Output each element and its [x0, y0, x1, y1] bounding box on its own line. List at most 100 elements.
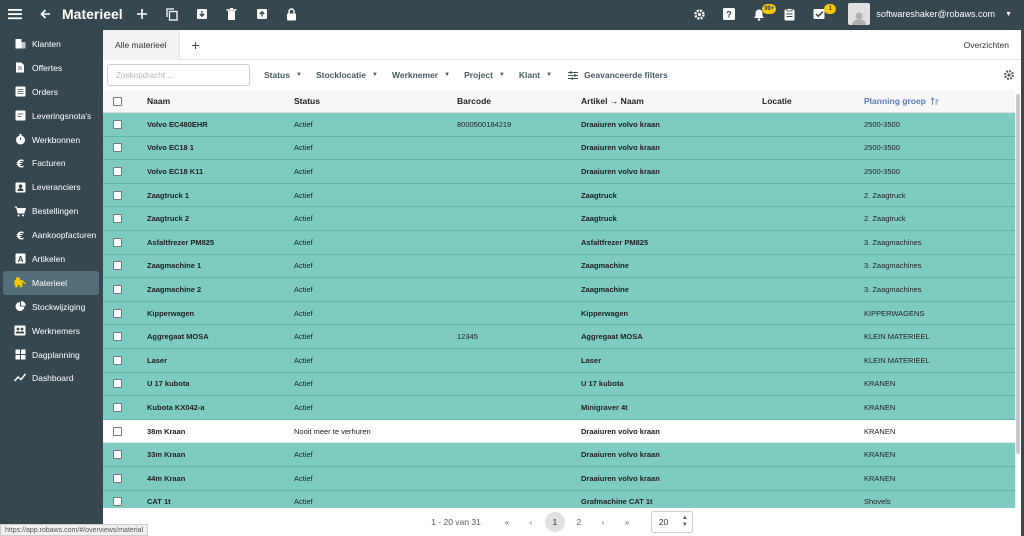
tab-alle-materieel[interactable]: Alle materieel: [103, 29, 180, 60]
cell-status: Actief: [294, 143, 313, 153]
sidebar-item-materieel[interactable]: Materieel: [3, 270, 99, 295]
sidebar-item-leveranciers[interactable]: Leveranciers: [3, 175, 99, 199]
select-all-checkbox[interactable]: [113, 96, 122, 106]
row-checkbox[interactable]: [113, 426, 122, 436]
notifications-bell-icon[interactable]: 99+: [748, 3, 777, 25]
row-checkbox[interactable]: [113, 214, 122, 224]
search-input[interactable]: [107, 64, 250, 86]
row-checkbox[interactable]: [113, 261, 122, 271]
copy-icon[interactable]: [161, 3, 183, 25]
user-menu-chevron-down-icon[interactable]: ▼: [1005, 11, 1012, 18]
sidebar-item-facturen[interactable]: € Facturen: [3, 151, 99, 175]
add-tab-icon[interactable]: +: [192, 37, 200, 53]
sidebar-item-bestellingen[interactable]: Bestellingen: [3, 199, 99, 223]
user-email[interactable]: softwareshaker@robaws.com: [876, 9, 995, 19]
row-checkbox[interactable]: [113, 355, 122, 365]
tab-bar: Alle materieel + Overzichten: [103, 29, 1021, 60]
menu-icon[interactable]: [4, 3, 26, 25]
column-header-locatie[interactable]: Locatie: [762, 96, 864, 106]
back-arrow-icon[interactable]: [34, 3, 56, 25]
row-checkbox[interactable]: [113, 284, 122, 294]
klant-filter[interactable]: Klant ▼: [519, 70, 552, 80]
page-size-stepper[interactable]: 20 ▲ ▼: [650, 511, 693, 533]
previous-page-icon[interactable]: ‹: [521, 512, 541, 532]
help-icon[interactable]: ?: [718, 3, 740, 25]
table-row[interactable]: Zaagtruck 1 Actief Zaagtruck 2. Zaagtruck: [103, 183, 1015, 208]
avatar[interactable]: [848, 3, 871, 25]
advanced-filters-button[interactable]: Geavanceerde filters: [568, 70, 668, 80]
table-row[interactable]: Kubota KX042-a Actief Minigraver 4t KRANEN: [103, 396, 1015, 420]
planning-icon: [14, 349, 26, 361]
table-row[interactable]: Zaagtruck 2 Actief Zaagtruck 2. Zaagtruck: [103, 207, 1015, 231]
table-row[interactable]: Zaagmachine 2 Actief Zaagmachine 3. Zaagmac…: [103, 278, 1015, 302]
row-checkbox[interactable]: [113, 402, 122, 412]
table-row[interactable]: Laser Actief Laser KLEIN MATERIEEL: [103, 348, 1015, 373]
row-checkbox[interactable]: [113, 308, 122, 318]
status-filter[interactable]: Status ▼: [264, 70, 302, 80]
row-checkbox[interactable]: [113, 237, 122, 247]
column-header-artikel[interactable]: Artikel → Naam: [581, 96, 762, 106]
table-row[interactable]: Volvo EC480EHR Actief 8000500184219 Draaiur…: [103, 113, 1015, 137]
cell-artikel: Zaagmachine: [581, 261, 629, 271]
sidebar-item-artikelen[interactable]: A Artikelen: [3, 247, 99, 271]
row-checkbox[interactable]: [113, 119, 122, 129]
sidebar-item-dagplanning[interactable]: Dagplanning: [3, 343, 99, 367]
clipboard-icon[interactable]: [778, 3, 800, 25]
unarchive-icon[interactable]: [251, 3, 273, 25]
row-checkbox[interactable]: [113, 497, 122, 507]
settings-icon[interactable]: [688, 3, 710, 25]
sidebar-item-werknemers[interactable]: Werknemers: [3, 319, 99, 343]
row-checkbox[interactable]: [113, 332, 122, 342]
sidebar-item-orders[interactable]: Orders: [3, 80, 99, 104]
archive-icon[interactable]: [191, 3, 213, 25]
table-row[interactable]: Volvo EC18 K11 Actief Draaiuren volvo kraa…: [103, 160, 1015, 184]
column-header-naam[interactable]: Naam: [147, 96, 294, 106]
cell-groep: 2500-3500: [864, 143, 900, 153]
page-button-1[interactable]: 1: [544, 512, 565, 532]
stocklocatie-filter[interactable]: Stocklocatie ▼: [316, 70, 378, 80]
sidebar-item-leveringsnota-s[interactable]: Leveringsnota's: [3, 104, 99, 128]
table-row[interactable]: Aggregaat MOSA Actief 12345 Aggregaat MOSA K…: [103, 325, 1015, 349]
add-icon[interactable]: [131, 3, 153, 25]
column-header-status[interactable]: Status: [294, 96, 457, 106]
column-header-barcode[interactable]: Barcode: [457, 96, 581, 106]
sidebar: Klanten Offertes Orders Leveringsnota's Werk…: [0, 28, 102, 536]
project-filter[interactable]: Project ▼: [464, 70, 505, 80]
lock-icon[interactable]: [281, 3, 303, 25]
sidebar-item-aankoopfacturen[interactable]: € Aankoopfacturen: [3, 223, 99, 247]
scrollbar-thumb[interactable]: [1016, 94, 1020, 454]
table-row[interactable]: 38m Kraan Nooit meer te verhuren Draaiuren…: [103, 419, 1015, 444]
table-row[interactable]: Zaagmachine 1 Actief Zaagmachine 3. Zaagmac…: [103, 254, 1015, 279]
page-button-2[interactable]: 2: [569, 512, 589, 532]
row-checkbox[interactable]: [113, 166, 122, 176]
overzichten-link[interactable]: Overzichten: [964, 40, 1009, 50]
table-row[interactable]: U 17 kubota Actief U 17 kubota KRANEN: [103, 372, 1015, 397]
sidebar-item-dashboard[interactable]: Dashboard: [3, 366, 99, 390]
table-settings-gear-icon[interactable]: [1003, 68, 1015, 86]
table-row[interactable]: 44m Kraan Actief Draaiuren volvo kraan KRAN…: [103, 466, 1015, 491]
row-checkbox[interactable]: [113, 450, 122, 460]
sidebar-item-werkbonnen[interactable]: Werkbonnen: [3, 128, 99, 152]
sidebar-item-offertes[interactable]: Offertes: [3, 56, 99, 80]
last-page-icon[interactable]: »: [617, 512, 637, 532]
row-checkbox[interactable]: [113, 473, 122, 483]
row-checkbox[interactable]: [113, 190, 122, 200]
tasks-check-icon[interactable]: 1: [808, 3, 837, 25]
trash-icon[interactable]: [221, 3, 243, 25]
table-row[interactable]: 33m Kraan Actief Draaiuren volvo kraan KRAN…: [103, 443, 1015, 467]
table-row[interactable]: Volvo EC18 1 Actief Draaiuren volvo kraan 2…: [103, 136, 1015, 161]
row-checkbox[interactable]: [113, 379, 122, 389]
table-scrollbar[interactable]: [1015, 90, 1021, 468]
stepper-arrows-icon[interactable]: ▲ ▼: [682, 515, 688, 529]
table-row[interactable]: Asfaltfrezer PM825 Actief Asfaltfrezer PM8…: [103, 230, 1015, 255]
row-checkbox[interactable]: [113, 143, 122, 153]
first-page-icon[interactable]: «: [497, 512, 517, 532]
werknemer-filter[interactable]: Werknemer ▼: [392, 70, 450, 80]
table-row[interactable]: Kipperwagen Actief Kipperwagen KIPPERWAGENS: [103, 301, 1015, 326]
cell-artikel: Draaiuren volvo kraan: [581, 119, 660, 129]
sidebar-item-klanten[interactable]: Klanten: [3, 32, 99, 56]
sidebar-item-stockwijziging[interactable]: Stockwijziging: [3, 295, 99, 319]
column-header-planning-groep[interactable]: Planning groep: [864, 96, 984, 106]
next-page-icon[interactable]: ›: [593, 512, 613, 532]
cell-artikel: Laser: [581, 355, 602, 365]
